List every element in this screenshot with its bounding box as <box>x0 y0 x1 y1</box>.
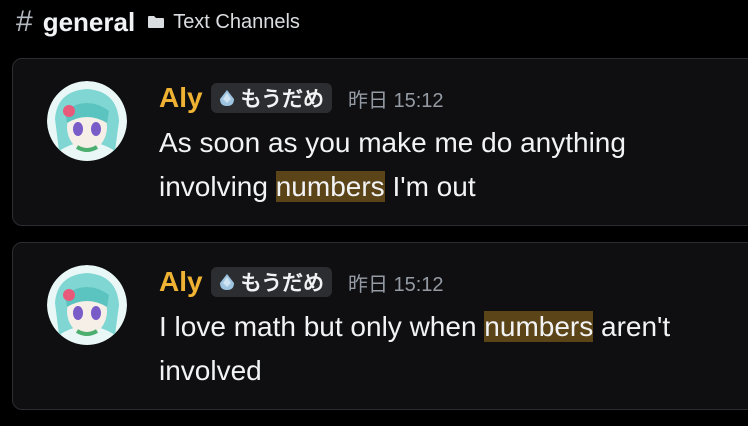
search-highlight: numbers <box>484 311 594 342</box>
server-tag-label: もうだめ <box>240 272 324 295</box>
folder-icon <box>148 16 165 28</box>
hash-icon: # <box>16 5 33 38</box>
message-card[interactable]: Aly もうだめ 昨日 15:12 As soon as you make me… <box>12 58 748 226</box>
server-tag[interactable]: もうだめ <box>210 267 332 297</box>
server-tag[interactable]: もうだめ <box>210 83 332 113</box>
timestamp[interactable]: 昨日 15:12 <box>348 268 444 297</box>
avatar[interactable] <box>47 265 127 345</box>
message-card[interactable]: Aly もうだめ 昨日 15:12 I love math but only w… <box>12 242 748 410</box>
channel-header: # general Text Channels <box>16 0 300 44</box>
message-meta: Aly もうだめ 昨日 15:12 <box>159 265 444 299</box>
message-text: I love math but only when numbers aren't… <box>159 305 739 393</box>
author-name[interactable]: Aly <box>159 82 203 114</box>
avatar[interactable] <box>47 81 127 161</box>
message-text-part: I'm out <box>384 171 476 202</box>
author-name[interactable]: Aly <box>159 266 203 298</box>
message-text: As soon as you make me do anything invol… <box>159 121 739 209</box>
message-text-part: I love math but only when <box>159 311 485 342</box>
message-meta: Aly もうだめ 昨日 15:12 <box>159 81 444 115</box>
drop-icon <box>219 90 234 106</box>
drop-icon <box>219 274 234 290</box>
server-tag-label: もうだめ <box>240 88 324 111</box>
search-highlight: numbers <box>275 171 385 202</box>
channel-name[interactable]: general <box>43 7 136 38</box>
category-name[interactable]: Text Channels <box>173 11 300 34</box>
timestamp[interactable]: 昨日 15:12 <box>348 84 444 113</box>
